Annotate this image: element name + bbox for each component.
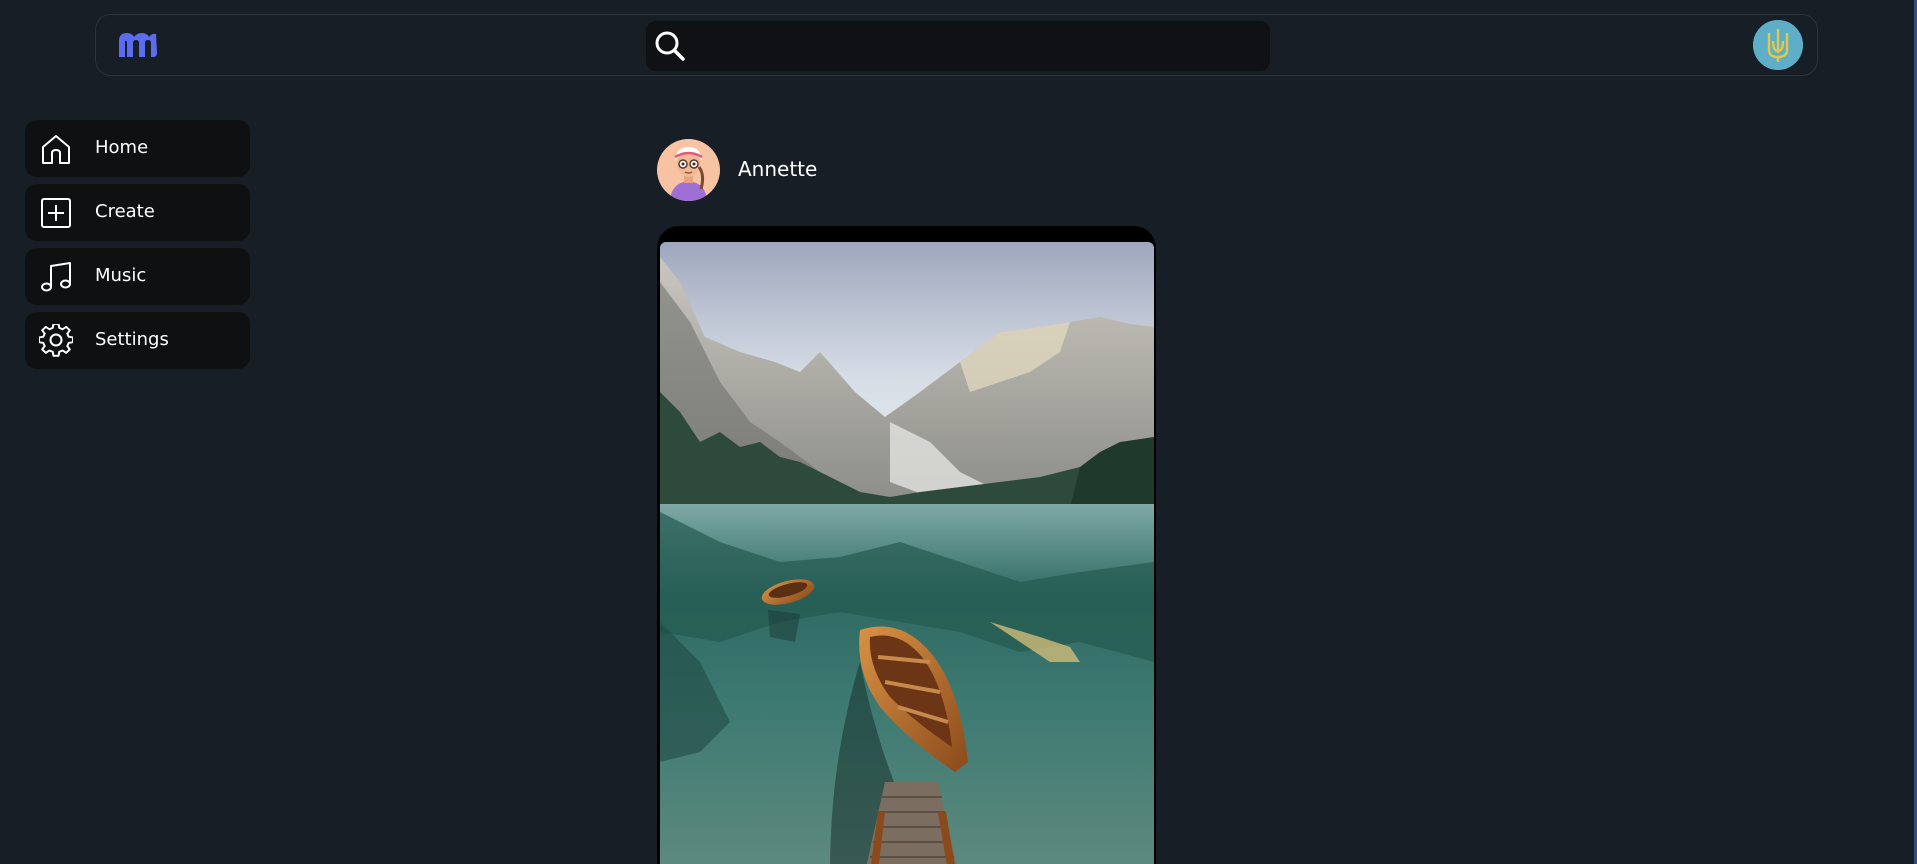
plus-square-icon xyxy=(39,196,73,230)
sidebar-item-create[interactable]: Create xyxy=(25,184,250,241)
music-note-icon xyxy=(39,260,73,294)
search-icon[interactable] xyxy=(652,28,688,64)
search-input[interactable] xyxy=(696,29,1256,63)
sidebar-item-home[interactable]: Home xyxy=(25,120,250,177)
sidebar-item-label: Home xyxy=(95,137,149,158)
sidebar-item-label: Music xyxy=(95,265,147,286)
post-author-name[interactable]: Annette xyxy=(738,157,817,181)
user-avatar[interactable] xyxy=(1753,20,1803,70)
post-card xyxy=(657,226,1156,864)
avatar[interactable] xyxy=(657,139,720,201)
home-icon xyxy=(39,132,73,166)
top-bar xyxy=(95,14,1818,76)
sidebar-item-label: Create xyxy=(95,201,155,222)
app-root: Home Create Music Settings Annette xyxy=(0,0,1917,864)
search-bar[interactable] xyxy=(646,21,1270,71)
gear-icon xyxy=(38,322,74,358)
sidebar-item-settings[interactable]: Settings xyxy=(25,312,250,369)
post-image[interactable] xyxy=(660,242,1154,864)
sidebar: Home Create Music Settings xyxy=(25,120,250,376)
trident-icon xyxy=(1753,20,1803,70)
sidebar-item-label: Settings xyxy=(95,329,169,350)
sidebar-item-music[interactable]: Music xyxy=(25,248,250,305)
app-logo[interactable] xyxy=(116,29,160,61)
